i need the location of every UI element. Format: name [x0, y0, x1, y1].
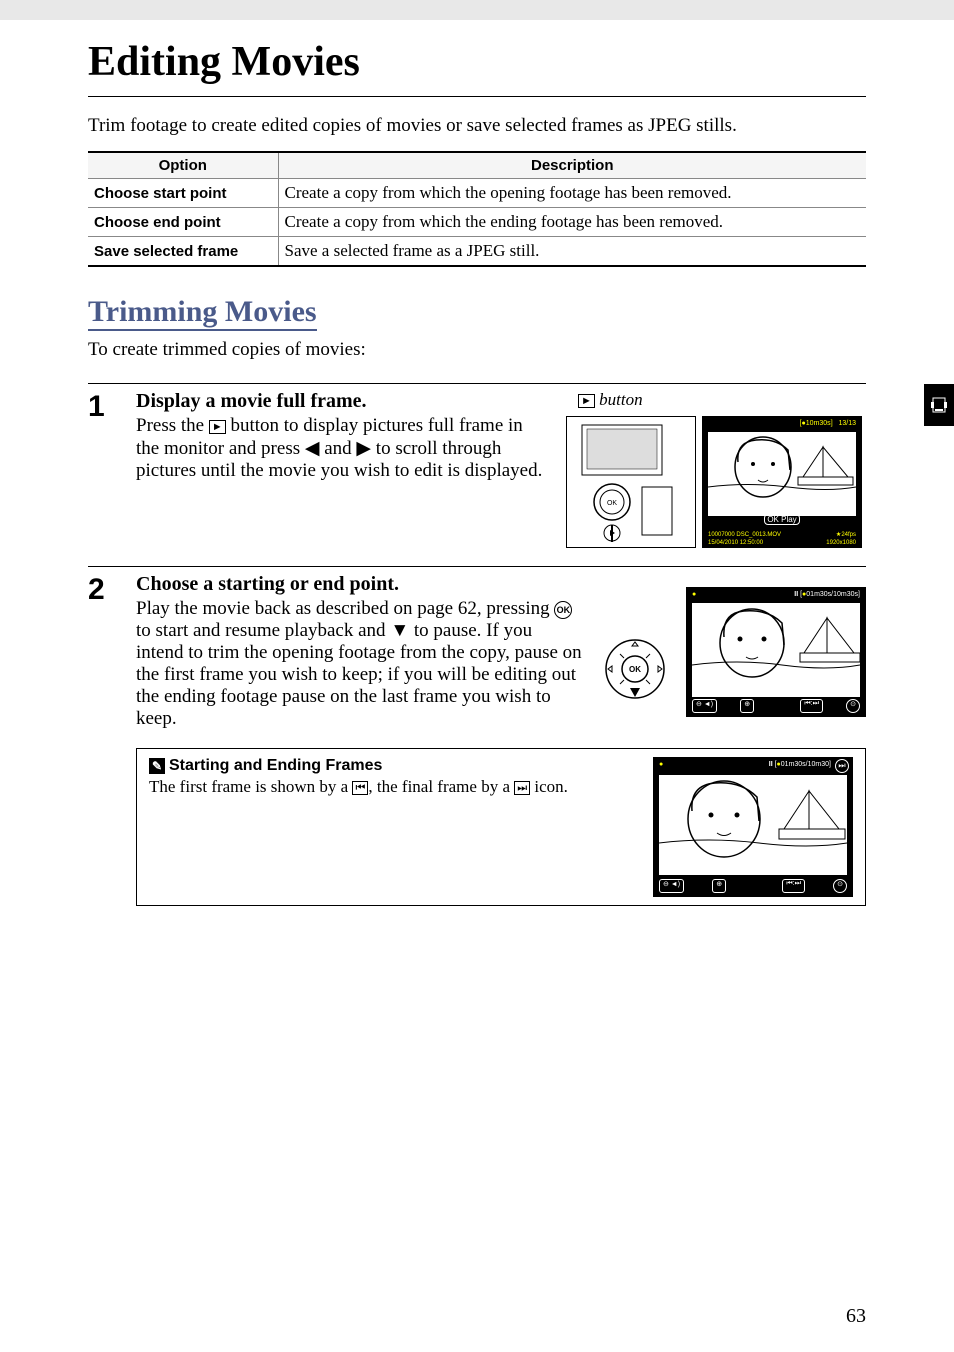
down-arrow-icon: ▼ [390, 620, 409, 641]
last-frame-indicator-icon: ⏭ [835, 759, 849, 773]
pause-icon: II [794, 591, 798, 598]
dpad-illustration: OK [604, 638, 666, 700]
svg-text:OK: OK [607, 500, 617, 507]
table-row: Choose end point Create a copy from whic… [88, 208, 866, 237]
step-divider [88, 566, 866, 567]
step-divider [88, 383, 866, 384]
sailboat-illustration [708, 432, 856, 516]
pencil-icon: ✎ [149, 758, 165, 774]
table-header-row: Option Description [88, 152, 866, 179]
intro-text: Trim footage to create edited copies of … [88, 115, 866, 137]
playback-icon: ► [578, 394, 595, 408]
sailboat-illustration [659, 775, 847, 875]
cell-option: Choose end point [88, 208, 278, 237]
cell-desc: Save a selected frame as a JPEG still. [278, 237, 866, 267]
screen-preview: [●10m30s] 13/13 [702, 416, 862, 548]
section-intro: To create trimmed copies of movies: [88, 339, 866, 361]
step-title: Choose a starting or end point. [136, 573, 584, 596]
table-row: Save selected frame Save a selected fram… [88, 237, 866, 267]
options-table: Option Description Choose start point Cr… [88, 151, 866, 267]
step-1: 1 Display a movie full frame. Press the … [88, 390, 866, 548]
first-frame-icon: ⏮ [352, 781, 368, 795]
step-number: 2 [88, 573, 136, 730]
note-body: The first frame is shown by a ⏮, the fin… [149, 777, 637, 797]
step-2: 2 Choose a starting or end point. Play t… [88, 573, 866, 730]
th-option: Option [88, 152, 278, 179]
note-title: ✎Starting and Ending Frames [149, 757, 637, 775]
screen-preview: ● II [●01m30s/10m30s] [686, 587, 866, 717]
page-number: 63 [846, 1305, 866, 1328]
sailboat-illustration [692, 603, 860, 697]
ok-play-label: OK Play [702, 515, 862, 524]
cell-desc: Create a copy from which the opening foo… [278, 179, 866, 208]
page-header-bar [0, 0, 954, 20]
note-box: ✎Starting and Ending Frames The first fr… [136, 748, 866, 906]
playback-icon: ► [209, 420, 226, 434]
step-number: 1 [88, 390, 136, 548]
right-arrow-icon: ▶ [356, 438, 371, 459]
cell-option: Choose start point [88, 179, 278, 208]
camera-illustration: OK [566, 416, 696, 548]
figure-label: ► button [566, 390, 866, 410]
screen-preview: ● II [●01m30s/10m30] ⏭ ⊖ ◄ [653, 757, 853, 897]
step-title: Display a movie full frame. [136, 390, 546, 413]
side-tab-movie-icon [924, 384, 954, 426]
last-frame-icon: ⏭ [514, 781, 530, 795]
svg-text:OK: OK [629, 665, 641, 674]
section-title: Trimming Movies [88, 295, 317, 331]
step-body: Play the movie back as described on page… [136, 598, 584, 730]
pause-icon: II [769, 761, 773, 768]
cell-option: Save selected frame [88, 237, 278, 267]
ok-button-icon: OK [554, 601, 572, 619]
table-row: Choose start point Create a copy from wh… [88, 179, 866, 208]
title-rule [88, 96, 866, 97]
step-body: Press the ► button to display pictures f… [136, 415, 546, 482]
left-arrow-icon: ◀ [305, 438, 320, 459]
th-description: Description [278, 152, 866, 179]
page-title: Editing Movies [88, 38, 866, 86]
cell-desc: Create a copy from which the ending foot… [278, 208, 866, 237]
